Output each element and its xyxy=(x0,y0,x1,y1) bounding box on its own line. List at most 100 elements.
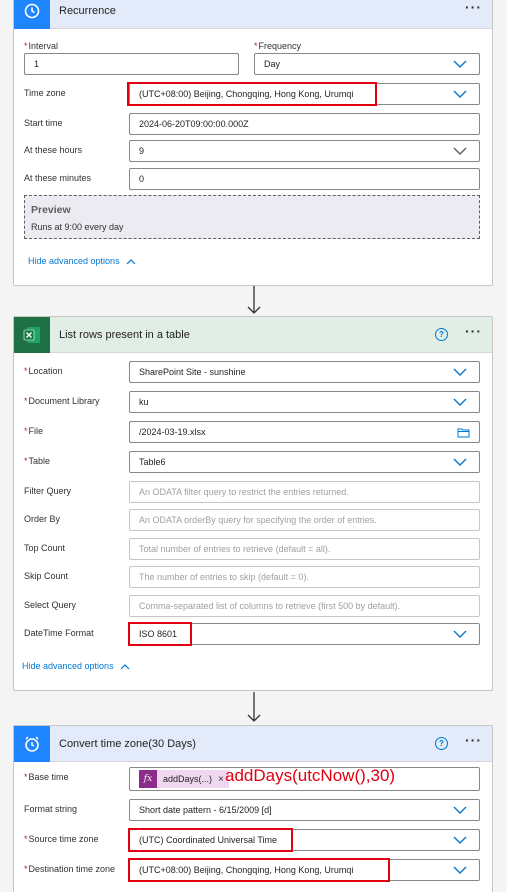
doclib-row: *Document Library ku xyxy=(24,391,480,413)
hide-advanced-options-link[interactable]: Hide advanced options xyxy=(22,661,130,671)
expression-token[interactable]: fx addDays(...) × xyxy=(139,770,229,788)
destination-timezone-label: *Destination time zone xyxy=(24,864,116,874)
format-string-label: Format string xyxy=(24,804,78,814)
preview-box: Preview Runs at 9:00 every day xyxy=(24,195,480,239)
format-string-select[interactable]: Short date pattern - 6/15/2009 [d] xyxy=(129,799,480,821)
start-time-input[interactable]: 2024-06-20T09:00:00.000Z xyxy=(129,113,480,135)
clock-icon xyxy=(14,0,50,29)
source-timezone-label: *Source time zone xyxy=(24,834,99,844)
top-count-label: Top Count xyxy=(24,543,66,553)
minutes-label: At these minutes xyxy=(24,173,92,183)
chevron-down-icon xyxy=(453,458,467,466)
location-value: SharePoint Site - sunshine xyxy=(139,367,246,377)
filter-query-label: Filter Query xyxy=(24,486,72,496)
convert-timezone-header[interactable]: Convert time zone(30 Days) ? ··· xyxy=(14,725,492,762)
order-by-row: Order By An ODATA orderBy query for spec… xyxy=(24,509,480,531)
doclib-select[interactable]: ku xyxy=(129,391,480,413)
convert-timezone-title: Convert time zone(30 Days) xyxy=(59,737,196,750)
table-row: *Table Table6 xyxy=(24,451,480,473)
recurrence-header[interactable]: Recurrence ··· xyxy=(14,0,492,29)
top-count-placeholder: Total number of entries to retrieve (def… xyxy=(139,544,331,554)
chevron-down-icon xyxy=(453,630,467,638)
datetime-format-row: DateTime Format ISO 8601 xyxy=(24,623,480,645)
timezone-highlight xyxy=(127,82,377,106)
top-count-input[interactable]: Total number of entries to retrieve (def… xyxy=(129,538,480,560)
format-string-row: Format string Short date pattern - 6/15/… xyxy=(24,799,480,821)
chevron-down-icon xyxy=(453,368,467,376)
more-options-icon[interactable]: ··· xyxy=(465,323,482,339)
chevron-down-icon xyxy=(453,90,467,98)
excel-icon xyxy=(14,316,50,353)
start-time-value: 2024-06-20T09:00:00.000Z xyxy=(139,119,249,129)
chevron-up-icon xyxy=(120,663,130,670)
chevron-up-icon xyxy=(126,258,136,265)
chevron-down-icon xyxy=(453,60,467,68)
fx-icon: fx xyxy=(139,770,157,788)
table-label: *Table xyxy=(24,456,51,466)
location-label: *Location xyxy=(24,366,63,376)
hide-advanced-options-link[interactable]: Hide advanced options xyxy=(28,256,136,266)
minutes-value: 0 xyxy=(139,174,145,184)
hours-row: At these hours 9 xyxy=(24,140,480,162)
list-rows-title: List rows present in a table xyxy=(59,328,190,341)
frequency-label: *Frequency xyxy=(254,41,302,51)
folder-icon[interactable] xyxy=(457,427,470,438)
frequency-select[interactable]: Day xyxy=(254,53,480,75)
remove-token-icon[interactable]: × xyxy=(218,774,224,785)
flow-arrow-icon xyxy=(247,692,261,722)
select-query-row: Select Query Comma-separated list of col… xyxy=(24,595,480,617)
order-by-placeholder: An ODATA orderBy query for specifying th… xyxy=(139,515,377,525)
preview-text: Runs at 9:00 every day xyxy=(31,222,124,232)
more-options-icon[interactable]: ··· xyxy=(465,732,482,748)
hours-label: At these hours xyxy=(24,145,83,155)
chevron-down-icon xyxy=(453,806,467,814)
source-timezone-highlight xyxy=(128,828,293,852)
skip-count-row: Skip Count The number of entries to skip… xyxy=(24,566,480,588)
start-time-row: Start time 2024-06-20T09:00:00.000Z xyxy=(24,113,480,135)
base-time-row: *Base time fx addDays(...) × addDays(utc… xyxy=(24,766,480,791)
filter-query-input[interactable]: An ODATA filter query to restrict the en… xyxy=(129,481,480,503)
table-value: Table6 xyxy=(139,457,166,467)
chevron-down-icon xyxy=(453,147,467,155)
skip-count-placeholder: The number of entries to skip (default =… xyxy=(139,572,309,582)
skip-count-input[interactable]: The number of entries to skip (default =… xyxy=(129,566,480,588)
order-by-input[interactable]: An ODATA orderBy query for specifying th… xyxy=(129,509,480,531)
file-input[interactable]: /2024-03-19.xlsx xyxy=(129,421,480,443)
file-value: /2024-03-19.xlsx xyxy=(139,427,206,437)
select-query-input[interactable]: Comma-separated list of columns to retri… xyxy=(129,595,480,617)
frequency-value: Day xyxy=(264,59,281,69)
expression-token-label: addDays(...) xyxy=(163,774,213,784)
flow-arrow-icon xyxy=(247,286,261,314)
chevron-down-icon xyxy=(453,866,467,874)
list-rows-header[interactable]: List rows present in a table ? ··· xyxy=(14,316,492,353)
timezone-label: Time zone xyxy=(24,88,66,98)
datetime-format-label: DateTime Format xyxy=(24,628,94,638)
interval-field[interactable]: 1 xyxy=(24,53,239,75)
help-icon[interactable]: ? xyxy=(435,737,448,750)
location-row: *Location SharePoint Site - sunshine xyxy=(24,361,480,383)
preview-title: Preview xyxy=(31,204,71,216)
doclib-label: *Document Library xyxy=(24,396,100,406)
order-by-label: Order By xyxy=(24,514,61,524)
help-icon[interactable]: ? xyxy=(435,328,448,341)
alarm-clock-icon xyxy=(14,725,50,762)
skip-count-label: Skip Count xyxy=(24,571,69,581)
file-row: *File /2024-03-19.xlsx xyxy=(24,421,480,443)
location-select[interactable]: SharePoint Site - sunshine xyxy=(129,361,480,383)
datetime-format-highlight xyxy=(128,622,192,646)
select-query-label: Select Query xyxy=(24,600,77,610)
start-time-label: Start time xyxy=(24,118,63,128)
table-select[interactable]: Table6 xyxy=(129,451,480,473)
recurrence-title: Recurrence xyxy=(59,4,116,17)
base-time-label: *Base time xyxy=(24,772,69,782)
destination-timezone-highlight xyxy=(128,858,390,882)
chevron-down-icon xyxy=(453,398,467,406)
top-count-row: Top Count Total number of entries to ret… xyxy=(24,538,480,560)
list-rows-card: List rows present in a table ? ··· *Loca… xyxy=(13,316,493,691)
hours-value: 9 xyxy=(139,146,145,156)
more-options-icon[interactable]: ··· xyxy=(465,0,482,15)
base-time-input[interactable]: fx addDays(...) × addDays(utcNow(),30) xyxy=(129,766,480,791)
hours-select[interactable]: 9 xyxy=(129,140,480,162)
expression-annotation: addDays(utcNow(),30) xyxy=(225,766,396,785)
minutes-input[interactable]: 0 xyxy=(129,168,480,190)
